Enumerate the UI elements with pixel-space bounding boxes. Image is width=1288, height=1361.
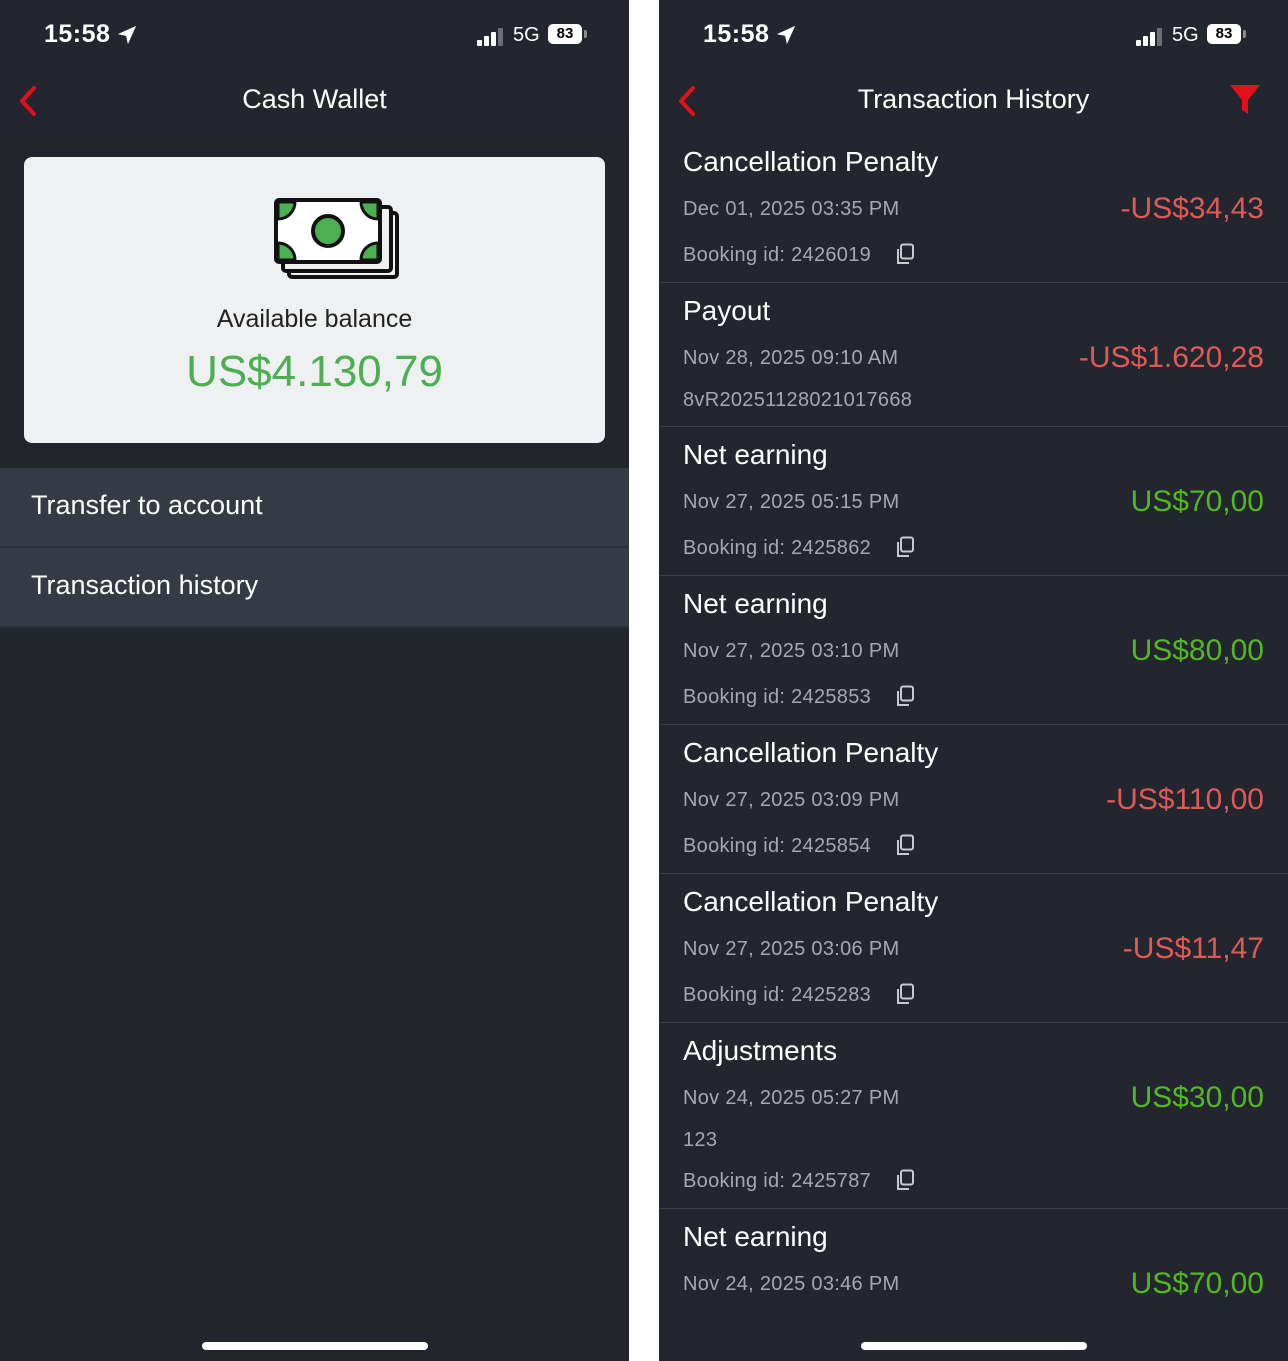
booking-id-text: Booking id: 2426019: [683, 244, 872, 266]
copy-icon[interactable]: [895, 983, 915, 1005]
transaction-type: Cancellation Penalty: [683, 737, 939, 768]
signal-bars-icon: [477, 28, 503, 46]
booking-id-text: Booking id: 2425854: [683, 835, 872, 857]
transaction-history-button[interactable]: Transaction history: [0, 548, 629, 628]
transaction-amount: US$70,00: [1130, 1267, 1264, 1300]
transaction-amount: -US$110,00: [1106, 783, 1264, 816]
transaction-date: Nov 28, 2025 09:10 AM: [683, 347, 899, 369]
status-time: 15:58: [44, 20, 111, 48]
copy-icon[interactable]: [895, 243, 915, 265]
booking-id-text: Booking id: 2425283: [683, 984, 872, 1006]
copy-icon[interactable]: [895, 685, 915, 707]
transaction-type: Cancellation Penalty: [683, 886, 939, 917]
battery-level: 83: [548, 24, 582, 44]
transaction-row[interactable]: Net earning Nov 27, 2025 05:15 PM US$70,…: [659, 427, 1288, 576]
battery-tip: [1243, 30, 1246, 38]
booking-id: Booking id: 2425283: [683, 983, 915, 1007]
transaction-type: Net earning: [683, 588, 828, 619]
transaction-amount: US$80,00: [1130, 634, 1264, 667]
transaction-date: Dec 01, 2025 03:35 PM: [683, 198, 900, 220]
transaction-date: Nov 27, 2025 03:10 PM: [683, 640, 900, 662]
booking-id: Booking id: 2425787: [683, 1169, 915, 1193]
transaction-type: Cancellation Penalty: [683, 146, 939, 177]
menu-item-label: Transaction history: [31, 570, 259, 600]
battery-indicator: 83: [1207, 24, 1246, 46]
transaction-amount: US$70,00: [1130, 485, 1264, 518]
nav-bar: Cash Wallet: [0, 70, 629, 134]
wallet-menu: Transfer to account Transaction history: [0, 468, 629, 628]
status-bar: 15:58 5G 83: [659, 0, 1288, 70]
transaction-amount: -US$1.620,28: [1078, 341, 1264, 374]
balance-label: Available balance: [216, 305, 413, 333]
transaction-row[interactable]: Cancellation Penalty Nov 27, 2025 03:09 …: [659, 725, 1288, 874]
nav-bar: Transaction History: [659, 70, 1288, 134]
home-indicator: [201, 1342, 428, 1350]
booking-id: Booking id: 2425862: [683, 536, 915, 560]
signal-bars-icon: [1136, 28, 1162, 46]
copy-icon[interactable]: [895, 834, 915, 856]
transaction-date: Nov 27, 2025 03:09 PM: [683, 789, 900, 811]
transaction-row[interactable]: Payout Nov 28, 2025 09:10 AM -US$1.620,2…: [659, 283, 1288, 427]
page-title: Cash Wallet: [242, 84, 387, 114]
status-time: 15:58: [703, 20, 770, 48]
battery-tip: [584, 30, 587, 38]
booking-id: Booking id: 2425853: [683, 685, 915, 709]
transaction-type: Net earning: [683, 1221, 828, 1252]
page-title: Transaction History: [857, 84, 1090, 114]
location-arrow-icon: [776, 25, 796, 45]
transaction-type: Adjustments: [683, 1035, 838, 1066]
transaction-row[interactable]: Net earning Nov 27, 2025 03:10 PM US$80,…: [659, 576, 1288, 725]
transaction-row[interactable]: Cancellation Penalty Nov 27, 2025 03:06 …: [659, 874, 1288, 1023]
copy-icon[interactable]: [895, 536, 915, 558]
booking-id-text: Booking id: 2425853: [683, 686, 872, 708]
transaction-date: Nov 24, 2025 03:46 PM: [683, 1273, 900, 1295]
filter-icon[interactable]: [1228, 82, 1262, 118]
network-label: 5G: [1172, 24, 1199, 46]
battery-level: 83: [1207, 24, 1241, 44]
transaction-date: Nov 24, 2025 05:27 PM: [683, 1087, 900, 1109]
balance-card: Available balance US$4.130,79: [24, 157, 605, 443]
transfer-to-account-button[interactable]: Transfer to account: [0, 468, 629, 548]
booking-id: Booking id: 2426019: [683, 243, 915, 267]
transaction-type: Payout: [683, 295, 771, 326]
transaction-amount: -US$34,43: [1120, 192, 1264, 225]
battery-indicator: 83: [548, 24, 587, 46]
transaction-row[interactable]: Cancellation Penalty Dec 01, 2025 03:35 …: [659, 134, 1288, 283]
transaction-type: Net earning: [683, 439, 828, 470]
copy-icon[interactable]: [895, 1169, 915, 1191]
booking-id-text: Booking id: 2425862: [683, 537, 872, 559]
transaction-date: Nov 27, 2025 03:06 PM: [683, 938, 900, 960]
transaction-row[interactable]: Net earning Nov 24, 2025 03:46 PM US$70,…: [659, 1209, 1288, 1357]
payout-reference: 8vR20251128021017668: [683, 389, 913, 411]
money-stack-icon: [274, 198, 399, 279]
network-label: 5G: [513, 24, 540, 46]
status-bar: 15:58 5G 83: [0, 0, 629, 70]
transaction-date: Nov 27, 2025 05:15 PM: [683, 491, 900, 513]
booking-id-text: Booking id: 2425787: [683, 1170, 872, 1192]
transaction-list: Cancellation Penalty Dec 01, 2025 03:35 …: [659, 134, 1288, 1357]
transaction-amount: -US$11,47: [1122, 932, 1264, 965]
transaction-row[interactable]: Adjustments Nov 24, 2025 05:27 PM US$30,…: [659, 1023, 1288, 1209]
wallet-content: Available balance US$4.130,79 Transfer t…: [0, 134, 629, 1361]
adjustment-note: 123: [683, 1129, 718, 1151]
home-indicator: [860, 1342, 1087, 1350]
balance-value: US$4.130,79: [186, 347, 443, 396]
transaction-history-screen: 15:58 5G 83 Transaction History Cancella…: [659, 0, 1288, 1361]
menu-item-label: Transfer to account: [31, 490, 263, 520]
location-arrow-icon: [117, 25, 137, 45]
cash-wallet-screen: 15:58 5G 83 Cash Wallet Available balanc…: [0, 0, 629, 1361]
booking-id: Booking id: 2425854: [683, 834, 915, 858]
transaction-amount: US$30,00: [1130, 1081, 1264, 1114]
